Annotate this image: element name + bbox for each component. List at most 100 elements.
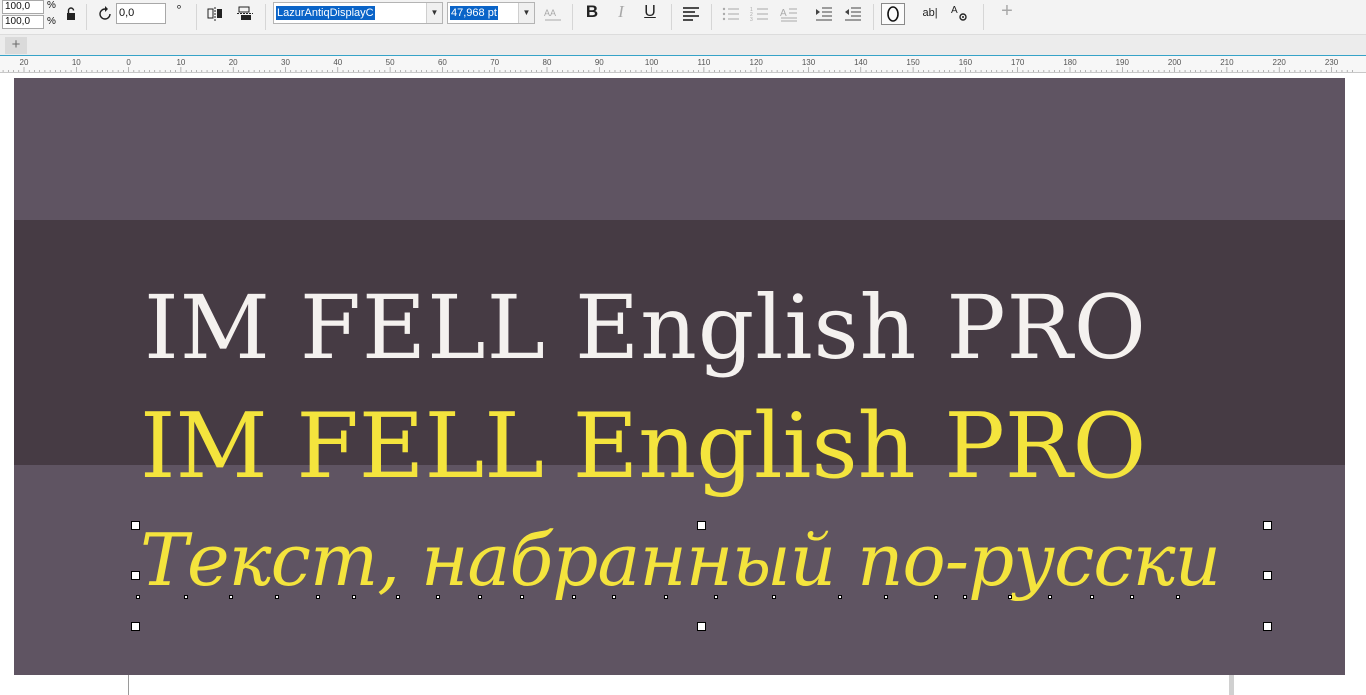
add-document-tab-button[interactable]: + (5, 37, 27, 54)
ruler-tick-label: 60 (438, 58, 447, 67)
text-node[interactable] (838, 595, 842, 599)
ruler-tick-label: 20 (20, 58, 29, 67)
underline-button[interactable]: U (641, 4, 659, 20)
ruler-tick-label: 80 (543, 58, 552, 67)
ruler-tick-label: 110 (698, 58, 711, 67)
text-node[interactable] (1176, 595, 1180, 599)
rotation-field[interactable]: 0,0 (116, 3, 166, 24)
increase-indent-icon[interactable] (813, 5, 835, 26)
decrease-indent-icon[interactable] (842, 5, 864, 26)
text-node[interactable] (772, 595, 776, 599)
scale-x-percent: % (47, 0, 56, 11)
property-bar: 100,0 % 100,0 % 0,0 ° LazurAntiqDisplayC… (0, 0, 1366, 35)
selection-handle[interactable] (1263, 622, 1272, 631)
align-left-icon[interactable] (680, 5, 702, 26)
text-node[interactable] (316, 595, 320, 599)
ruler-tick-label: 10 (72, 58, 81, 67)
text-node[interactable] (352, 595, 356, 599)
yellow-heading-text[interactable]: IM FELL English PRO (140, 394, 1146, 499)
text-node[interactable] (478, 595, 482, 599)
text-node[interactable] (136, 595, 140, 599)
artwork-background[interactable]: IM FELL English PRO IM FELL English PRO … (14, 78, 1345, 675)
text-node[interactable] (436, 595, 440, 599)
scale-y-percent: % (47, 16, 56, 27)
text-node[interactable] (1090, 595, 1094, 599)
ruler-tick-label: 20 (229, 58, 238, 67)
ruler-tick-label: 0 (126, 58, 131, 67)
drop-cap-icon[interactable]: A (778, 5, 800, 26)
text-node[interactable] (1048, 595, 1052, 599)
ruler-tick-label: 170 (1011, 58, 1025, 67)
scale-y-field[interactable]: 100,0 (2, 15, 44, 29)
text-node[interactable] (664, 595, 668, 599)
ruler-tick-label: 90 (595, 58, 604, 67)
text-properties-button[interactable]: ab| (918, 5, 942, 21)
bulleted-list-icon[interactable] (720, 5, 742, 26)
ruler-tick-label: 180 (1063, 58, 1077, 67)
ruler-tick-label: 150 (906, 58, 920, 67)
font-name-value: LazurAntiqDisplayC (276, 6, 375, 20)
ruler-tick-label: 10 (176, 58, 185, 67)
ruler-tick-label: 100 (645, 58, 659, 67)
text-node[interactable] (612, 595, 616, 599)
svg-text:3: 3 (750, 17, 753, 23)
numbered-list-icon[interactable]: 123 (749, 5, 771, 26)
italic-button[interactable]: I (612, 3, 630, 20)
selection-handle[interactable] (1263, 521, 1272, 530)
font-size-value: 47,968 pt (450, 6, 498, 20)
font-name-combo[interactable]: LazurAntiqDisplayC ▼ (273, 2, 443, 24)
ruler-tick-label: 190 (1116, 58, 1130, 67)
interactive-openType-button[interactable] (881, 3, 905, 25)
ruler-tick-label: 50 (386, 58, 395, 67)
document-tab-strip: + (0, 35, 1366, 56)
selection-handle[interactable] (131, 622, 140, 631)
ruler-tick-label: 70 (490, 58, 499, 67)
font-list-options-icon[interactable]: AA (542, 6, 564, 28)
add-button[interactable]: + (997, 1, 1017, 21)
svg-text:A: A (780, 8, 787, 19)
text-node[interactable] (396, 595, 400, 599)
ruler-tick-label: 40 (333, 58, 342, 67)
selected-russian-text[interactable]: Текст, набранный по-русски (140, 518, 1221, 602)
page-border-left (128, 673, 129, 695)
text-node[interactable] (1130, 595, 1134, 599)
white-heading-text[interactable]: IM FELL English PRO (144, 276, 1147, 379)
scale-x-field[interactable]: 100,0 (2, 0, 44, 14)
svg-text:A: A (951, 5, 958, 16)
chevron-down-icon[interactable]: ▼ (426, 3, 442, 23)
svg-text:AA: AA (544, 8, 556, 18)
ruler-tick-label: 210 (1220, 58, 1234, 67)
mirror-horizontal-icon[interactable] (206, 6, 224, 25)
selection-handle[interactable] (1263, 571, 1272, 580)
text-node[interactable] (1008, 595, 1012, 599)
selection-handle[interactable] (131, 521, 140, 530)
selection-handle[interactable] (697, 521, 706, 530)
text-node[interactable] (934, 595, 938, 599)
degree-label: ° (176, 2, 182, 17)
text-node[interactable] (275, 595, 279, 599)
ruler-tick-label: 230 (1325, 58, 1339, 67)
selection-handle[interactable] (131, 571, 140, 580)
chevron-down-icon[interactable]: ▼ (518, 3, 534, 23)
horizontal-ruler[interactable]: 20 10 0 10 20 30 40 50 60 70 80 90 100 110 120 130 140 15… (0, 56, 1366, 73)
ruler-tick-label: 130 (802, 58, 816, 67)
text-node[interactable] (184, 595, 188, 599)
ruler-tick-label: 160 (959, 58, 973, 67)
ruler-tick-label: 140 (854, 58, 868, 67)
bold-button[interactable]: B (583, 3, 601, 20)
selection-handle[interactable] (697, 622, 706, 631)
drawing-canvas[interactable]: IM FELL English PRO IM FELL English PRO … (0, 73, 1366, 695)
ruler-tick-label: 30 (281, 58, 290, 67)
font-size-combo[interactable]: 47,968 pt ▼ (447, 2, 535, 24)
character-formatting-icon[interactable]: A (948, 3, 972, 26)
ruler-tick-label: 120 (750, 58, 764, 67)
text-node[interactable] (963, 595, 967, 599)
ruler-tick-label: 200 (1168, 58, 1182, 67)
lock-ratio-icon[interactable] (63, 6, 79, 25)
text-node[interactable] (229, 595, 233, 599)
text-node[interactable] (714, 595, 718, 599)
mirror-vertical-icon[interactable] (236, 6, 254, 25)
text-node[interactable] (884, 595, 888, 599)
text-node[interactable] (572, 595, 576, 599)
text-node[interactable] (520, 595, 524, 599)
